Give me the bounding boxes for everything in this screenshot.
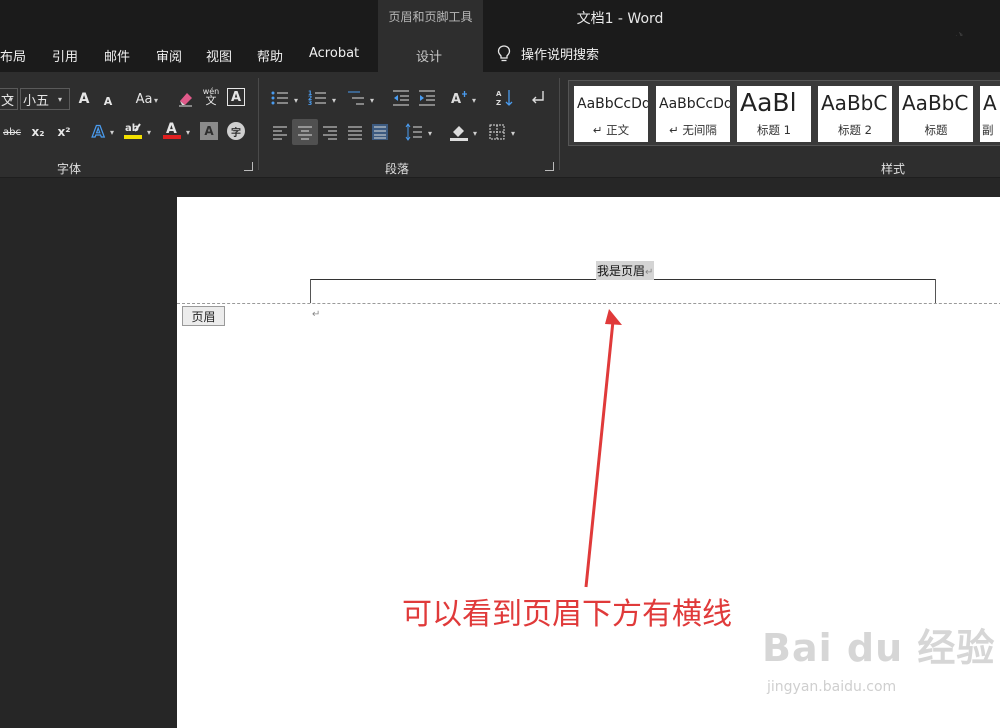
style-name: 副 [982, 123, 994, 137]
justify-icon[interactable] [345, 122, 365, 142]
group-divider [258, 78, 259, 170]
style-name: 标题 [924, 123, 948, 137]
style-sample: AaBbC [821, 91, 888, 115]
highlighter-icon[interactable]: ab [123, 120, 143, 140]
annotation-text: 可以看到页眉下方有横线 [402, 597, 732, 632]
eraser-icon[interactable] [176, 88, 196, 108]
font-color-dropdown-icon[interactable]: ▾ [186, 128, 190, 137]
bullets-dropdown-icon[interactable]: ▾ [294, 96, 298, 105]
char-border-icon[interactable]: A [227, 88, 245, 106]
multilevel-list-icon[interactable] [346, 88, 366, 108]
line-spacing-icon[interactable] [404, 122, 424, 142]
svg-text:A: A [92, 122, 105, 141]
window-title: 文档1 - Word [576, 11, 664, 27]
shrink-font-icon[interactable]: A [98, 91, 118, 111]
styles-group-label: 样式 [881, 162, 906, 176]
enclose-char-icon[interactable]: 字 [227, 122, 245, 140]
font-size-box[interactable]: 小五 [20, 88, 70, 110]
style-sample: AaBbCcDd [577, 96, 648, 112]
font-group-label: 字体 [57, 162, 82, 176]
phonetic-guide-icon[interactable]: wén 文 [201, 86, 221, 106]
font-name-dropdown-icon[interactable]: ▾ [9, 95, 13, 104]
style-heading-1[interactable]: AaBl 标题 1 [737, 86, 811, 142]
tab-acrobat[interactable]: Acrobat [309, 46, 359, 61]
svg-text:3: 3 [308, 100, 312, 107]
chinese-layout-icon[interactable]: A [450, 88, 470, 108]
context-tool-title: 页眉和页脚工具 [388, 10, 473, 24]
phonetic-guide-char: 文 [205, 94, 217, 107]
align-right-icon[interactable] [320, 122, 340, 142]
ribbon: 文 ▾ 小五 ▾ A A Aa ▾ wén文 A abc x₂ x² A ▾ [0, 72, 1000, 178]
svg-text:Z: Z [496, 99, 501, 107]
tell-me-search[interactable]: 操作说明搜索 [497, 44, 599, 63]
numbering-icon[interactable]: 123 [308, 88, 328, 108]
svg-text:A: A [496, 90, 502, 98]
annotation-arrow [584, 309, 622, 588]
style-heading-2[interactable]: AaBbC 标题 2 [818, 86, 892, 142]
tab-mailings[interactable]: 邮件 [104, 46, 130, 65]
group-divider [559, 78, 560, 170]
menu-bar: 布局 引用 邮件 审阅 视图 帮助 Acrobat 操作说明搜索 [0, 36, 1000, 72]
superscript-icon[interactable]: x² [54, 122, 74, 142]
numbering-dropdown-icon[interactable]: ▾ [332, 96, 336, 105]
styles-gallery: AaBbCcDd ↵ 正文 AaBbCcDd ↵ 无间隔 AaBl 标题 1 A… [568, 80, 1000, 146]
tab-references[interactable]: 引用 [52, 46, 78, 65]
word-window: 文档1 - Word ✈ 布局 引用 邮件 审阅 视图 帮助 Acrobat 操… [0, 0, 1000, 728]
show-marks-icon[interactable] [528, 88, 548, 108]
tab-review[interactable]: 审阅 [156, 46, 182, 65]
tab-design[interactable]: 设计 [416, 46, 442, 65]
align-center-icon[interactable] [295, 122, 315, 142]
borders-dropdown-icon[interactable]: ▾ [511, 129, 515, 138]
decrease-indent-icon[interactable] [391, 88, 411, 108]
grow-font-icon[interactable]: A [74, 89, 94, 109]
paragraph-group-label: 段落 [385, 162, 410, 176]
style-sample: AaBbC [902, 91, 969, 115]
style-title[interactable]: AaBbC 标题 [899, 86, 973, 142]
style-name: 标题 2 [838, 123, 872, 137]
style-sample: A [983, 91, 997, 115]
font-color-icon[interactable]: A [162, 120, 182, 140]
tab-layout[interactable]: 布局 [0, 46, 26, 65]
header-footer-tools-context: 页眉和页脚工具 设计 [378, 0, 483, 72]
style-subtitle[interactable]: A 副 [980, 86, 1000, 142]
style-name: ↵ 正文 [592, 123, 630, 137]
shading-icon[interactable] [449, 122, 469, 142]
change-case-icon[interactable]: Aa [132, 89, 156, 109]
tab-view[interactable]: 视图 [206, 46, 232, 65]
title-bar: 文档1 - Word [0, 0, 1000, 36]
font-dialog-launcher-icon[interactable] [244, 162, 253, 171]
borders-icon[interactable] [487, 122, 507, 142]
char-shading-icon[interactable]: A [200, 122, 218, 140]
strikethrough-icon[interactable]: abc [2, 122, 22, 142]
svg-text:A: A [451, 92, 461, 107]
sort-icon[interactable]: AZ [495, 88, 515, 108]
chinese-layout-dropdown-icon[interactable]: ▾ [472, 96, 476, 105]
search-label: 操作说明搜索 [521, 48, 600, 63]
style-normal[interactable]: AaBbCcDd ↵ 正文 [574, 86, 648, 142]
distributed-icon[interactable] [370, 122, 390, 142]
align-left-icon[interactable] [270, 122, 290, 142]
shading-dropdown-icon[interactable]: ▾ [473, 129, 477, 138]
text-effects-icon[interactable]: A [88, 121, 108, 141]
highlighter-dropdown-icon[interactable]: ▾ [147, 128, 151, 137]
paragraph-dialog-launcher-icon[interactable] [545, 162, 554, 171]
change-case-dropdown-icon[interactable]: ▾ [154, 96, 158, 105]
style-name: 标题 1 [757, 123, 791, 137]
tab-help[interactable]: 帮助 [257, 46, 283, 65]
bullets-icon[interactable] [270, 88, 290, 108]
subscript-icon[interactable]: x₂ [28, 122, 48, 142]
style-sample: AaBl [740, 88, 797, 117]
style-no-spacing[interactable]: AaBbCcDd ↵ 无间隔 [656, 86, 730, 142]
font-size-dropdown-icon[interactable]: ▾ [58, 95, 62, 104]
line-spacing-dropdown-icon[interactable]: ▾ [428, 129, 432, 138]
style-name: ↵ 无间隔 [669, 123, 717, 137]
lightbulb-icon [497, 44, 511, 61]
svg-text:A: A [166, 121, 177, 137]
increase-indent-icon[interactable] [417, 88, 437, 108]
document-page[interactable]: 我是页眉↵ 页眉 ↵ Bai du 经验 jingyan.baidu.com 可… [177, 197, 1000, 728]
style-sample: AaBbCcDd [659, 96, 730, 112]
text-effects-dropdown-icon[interactable]: ▾ [110, 128, 114, 137]
font-size-value: 小五 [23, 93, 50, 109]
multilevel-dropdown-icon[interactable]: ▾ [370, 96, 374, 105]
